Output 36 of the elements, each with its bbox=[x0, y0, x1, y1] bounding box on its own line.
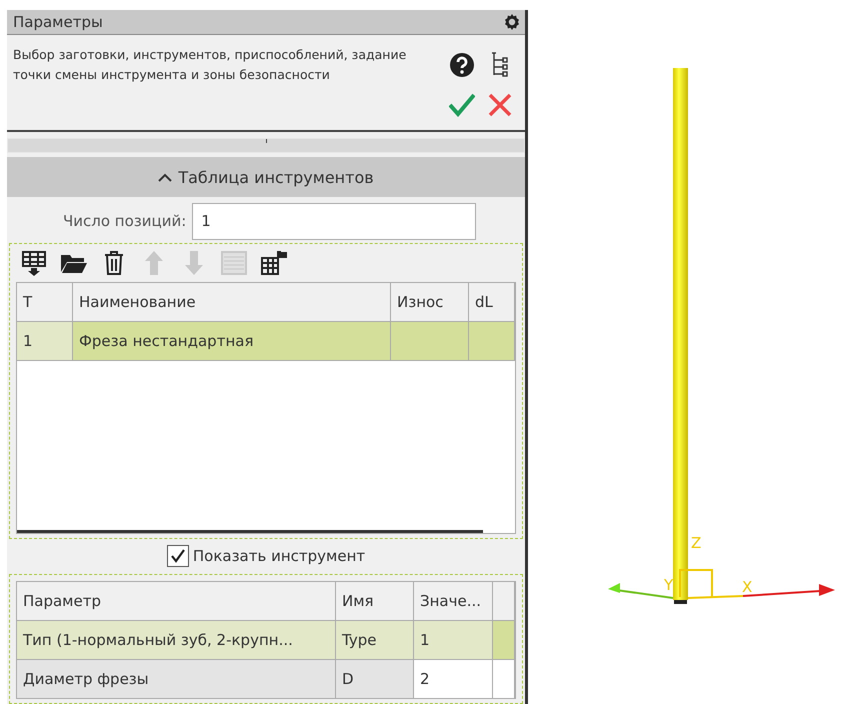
axis-label: Y bbox=[664, 576, 674, 594]
settings-icon[interactable] bbox=[503, 13, 521, 32]
help-icon[interactable] bbox=[449, 52, 475, 78]
table-cell: 1 bbox=[414, 620, 493, 660]
checkbox[interactable] bbox=[166, 545, 189, 568]
table-cell: Диаметр фрезы bbox=[17, 660, 336, 698]
list-icon bbox=[221, 250, 247, 275]
description-text: Выбор заготовки, инструментов, приспособлений, задание точки смены инструмента и зоны безопасности bbox=[13, 46, 408, 84]
table-cell: 1 bbox=[17, 322, 73, 361]
table-cell: Фреза нестандартная bbox=[73, 322, 391, 361]
up-arrow-icon bbox=[144, 250, 164, 276]
column-header[interactable]: dL bbox=[469, 282, 515, 322]
table-insert-icon bbox=[21, 250, 47, 276]
trash-icon bbox=[104, 250, 124, 276]
tree-icon[interactable] bbox=[491, 52, 509, 78]
table-cell: Тип (1-нормальный зуб, 2-крупн... bbox=[17, 620, 336, 660]
column-header[interactable]: Наименование bbox=[73, 282, 391, 322]
checkmark-icon bbox=[170, 549, 186, 564]
column-header[interactable]: Износ bbox=[391, 282, 469, 322]
table-flag-icon bbox=[260, 250, 288, 276]
column-header[interactable]: Параметр bbox=[17, 582, 336, 621]
column-header[interactable]: Значе... bbox=[414, 582, 493, 621]
axis-label: X bbox=[742, 578, 752, 596]
input-field[interactable]: 1 bbox=[192, 202, 476, 240]
column-header[interactable]: T bbox=[17, 282, 73, 322]
column-header[interactable]: Имя bbox=[336, 582, 414, 621]
table-cell: Type bbox=[336, 620, 414, 660]
down-arrow-icon bbox=[184, 250, 204, 276]
field-label: Число позиций: bbox=[63, 212, 186, 230]
panel-title: Параметры bbox=[13, 13, 103, 32]
checkmark-icon[interactable] bbox=[449, 93, 475, 118]
close-icon[interactable] bbox=[488, 93, 512, 118]
table-cell: D bbox=[336, 660, 414, 698]
section-header[interactable]: Таблица инструментов bbox=[7, 157, 525, 197]
axis-label: Z bbox=[691, 534, 702, 552]
checkbox-label: Показать инструмент bbox=[192, 547, 366, 566]
